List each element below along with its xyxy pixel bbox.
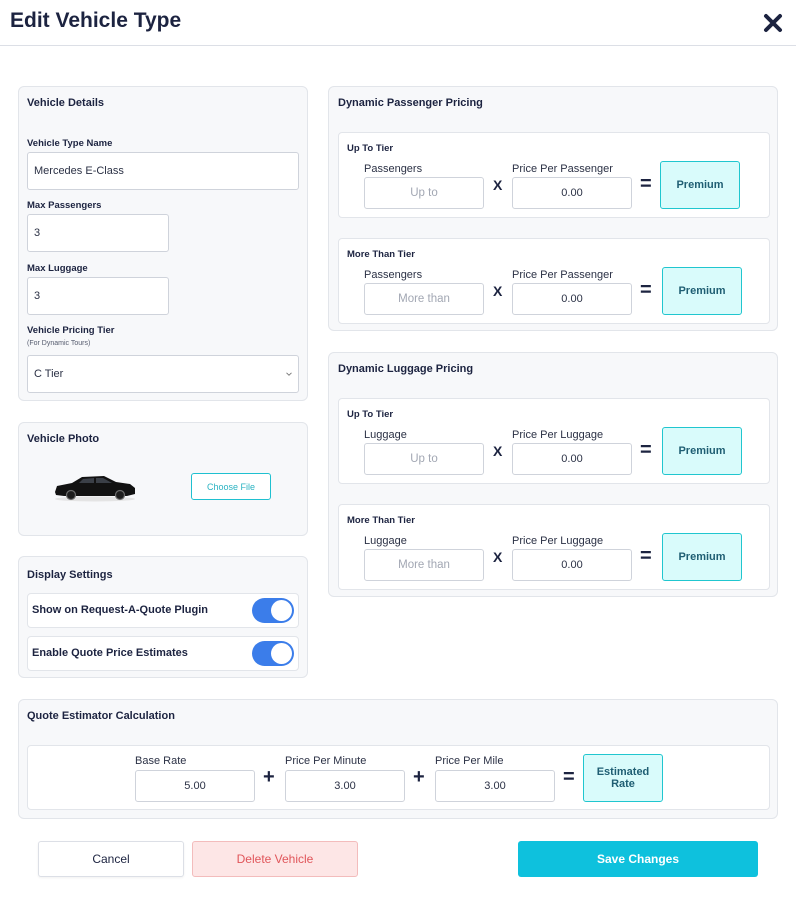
cancel-button[interactable]: Cancel xyxy=(38,841,184,877)
premium-result: Premium xyxy=(662,533,742,581)
qty-label: Luggage xyxy=(364,535,407,547)
tier-title: Up To Tier xyxy=(347,409,394,420)
plus-sign: + xyxy=(413,766,425,788)
card-title: Vehicle Details xyxy=(27,97,105,109)
price-label: Price Per Passenger xyxy=(512,269,613,281)
request-a-quote-toggle[interactable] xyxy=(252,598,294,623)
tier-title: Up To Tier xyxy=(347,143,394,154)
estimated-rate-result: Estimated Rate xyxy=(583,754,663,802)
multiply-sign: X xyxy=(493,443,503,459)
base-rate-input[interactable]: 5.00 xyxy=(135,770,255,802)
max-passengers-label: Max Passengers xyxy=(27,200,102,211)
estimator-panel: Base Rate 5.00 + Price Per Minute 3.00 +… xyxy=(27,745,770,810)
up-to-tier-panel: Up To Tier Passengers Up to X Price Per … xyxy=(338,132,770,218)
pricing-tier-label: Vehicle Pricing Tier xyxy=(27,325,115,336)
pricing-tier-value: C Tier xyxy=(34,368,64,380)
card-title: Dynamic Luggage Pricing xyxy=(338,363,474,375)
chevron-down-icon xyxy=(286,372,292,376)
choose-file-button[interactable]: Choose File xyxy=(191,473,271,500)
toggle-row-price-estimates: Enable Quote Price Estimates xyxy=(27,636,299,671)
modal-header: Edit Vehicle Type xyxy=(0,0,796,46)
multiply-sign: X xyxy=(493,283,503,299)
price-per-passenger-input[interactable]: 0.00 xyxy=(512,177,632,209)
toggle-knob xyxy=(271,600,292,621)
up-to-tier-panel: Up To Tier Luggage Up to X Price Per Lug… xyxy=(338,398,770,484)
tier-title: More Than Tier xyxy=(347,249,415,260)
page-title: Edit Vehicle Type xyxy=(10,9,182,32)
vehicle-type-name-label: Vehicle Type Name xyxy=(27,138,113,149)
card-title: Vehicle Photo xyxy=(27,433,100,445)
price-per-minute-input[interactable]: 3.00 xyxy=(285,770,405,802)
save-changes-button[interactable]: Save Changes xyxy=(518,841,758,877)
multiply-sign: X xyxy=(493,177,503,193)
delete-vehicle-button[interactable]: Delete Vehicle xyxy=(192,841,358,877)
premium-result: Premium xyxy=(662,427,742,475)
base-rate-label: Base Rate xyxy=(135,755,187,767)
card-title: Dynamic Passenger Pricing xyxy=(338,97,483,109)
plus-sign: + xyxy=(263,766,275,788)
card-title: Quote Estimator Calculation xyxy=(27,710,175,722)
toggle-row-request-a-quote: Show on Request-A-Quote Plugin xyxy=(27,593,299,628)
vehicle-details-card: Vehicle Details Vehicle Type Name Merced… xyxy=(18,86,308,401)
price-label: Price Per Luggage xyxy=(512,535,604,547)
price-per-mile-label: Price Per Mile xyxy=(435,755,504,767)
equals-sign: = xyxy=(640,545,652,567)
qty-label: Luggage xyxy=(364,429,407,441)
price-per-minute-label: Price Per Minute xyxy=(285,755,367,767)
price-estimates-toggle[interactable] xyxy=(252,641,294,666)
equals-sign: = xyxy=(563,766,575,788)
qty-label: Passengers xyxy=(364,163,423,175)
price-per-luggage-input[interactable]: 0.00 xyxy=(512,443,632,475)
premium-result: Premium xyxy=(662,267,742,315)
pricing-tier-select[interactable]: C Tier xyxy=(27,355,299,393)
toggle-knob xyxy=(271,643,292,664)
premium-result: Premium xyxy=(660,161,740,209)
vehicle-photo-image xyxy=(55,476,135,502)
toggle-label: Enable Quote Price Estimates xyxy=(32,647,188,659)
max-luggage-input[interactable]: 3 xyxy=(27,277,169,315)
tier-title: More Than Tier xyxy=(347,515,415,526)
price-label: Price Per Luggage xyxy=(512,429,604,441)
display-settings-card: Display Settings Show on Request-A-Quote… xyxy=(18,556,308,678)
close-icon[interactable] xyxy=(762,12,784,34)
max-passengers-input[interactable]: 3 xyxy=(27,214,169,252)
max-luggage-label: Max Luggage xyxy=(27,263,88,274)
card-title: Display Settings xyxy=(27,569,113,581)
more-than-tier-panel: More Than Tier Passengers More than X Pr… xyxy=(338,238,770,324)
passengers-up-to-input[interactable]: Up to xyxy=(364,177,484,209)
qty-label: Passengers xyxy=(364,269,423,281)
price-label: Price Per Passenger xyxy=(512,163,613,175)
luggage-up-to-input[interactable]: Up to xyxy=(364,443,484,475)
passengers-more-than-input[interactable]: More than xyxy=(364,283,484,315)
more-than-tier-panel: More Than Tier Luggage More than X Price… xyxy=(338,504,770,590)
multiply-sign: X xyxy=(493,549,503,565)
price-per-passenger-input[interactable]: 0.00 xyxy=(512,283,632,315)
toggle-label: Show on Request-A-Quote Plugin xyxy=(32,604,208,616)
luggage-pricing-card: Dynamic Luggage Pricing Up To Tier Lugga… xyxy=(328,352,778,597)
equals-sign: = xyxy=(640,279,652,301)
price-per-luggage-input[interactable]: 0.00 xyxy=(512,549,632,581)
pricing-tier-sublabel: (For Dynamic Tours) xyxy=(27,340,91,347)
price-per-mile-input[interactable]: 3.00 xyxy=(435,770,555,802)
vehicle-type-name-input[interactable]: Mercedes E-Class xyxy=(27,152,299,190)
equals-sign: = xyxy=(640,173,652,195)
luggage-more-than-input[interactable]: More than xyxy=(364,549,484,581)
equals-sign: = xyxy=(640,439,652,461)
quote-estimator-card: Quote Estimator Calculation Base Rate 5.… xyxy=(18,699,778,819)
passenger-pricing-card: Dynamic Passenger Pricing Up To Tier Pas… xyxy=(328,86,778,331)
